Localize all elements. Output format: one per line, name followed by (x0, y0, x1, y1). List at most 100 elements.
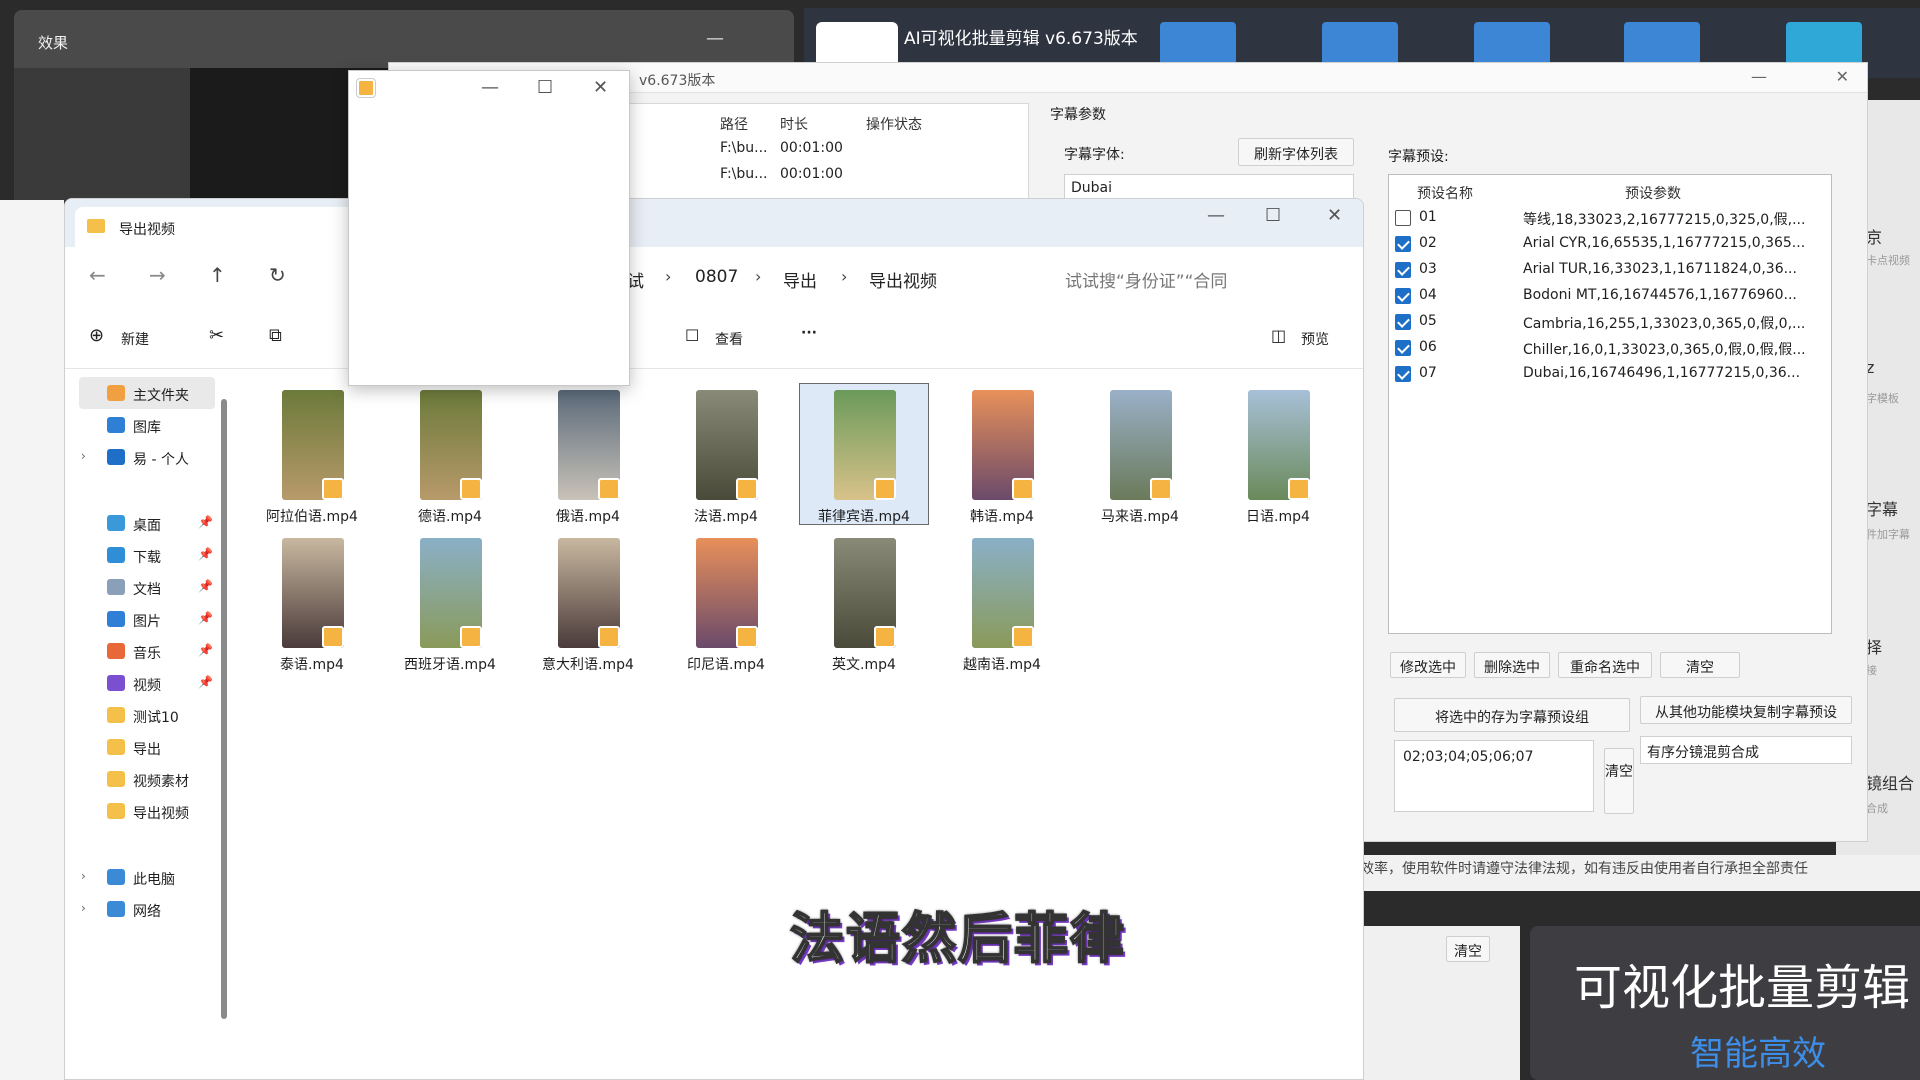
chevron-right-icon: › (841, 267, 848, 286)
module-label[interactable]: 择 (1866, 634, 1882, 658)
video-file-icon (736, 478, 758, 500)
view-button[interactable]: 查看 (715, 329, 743, 349)
cut-icon[interactable]: ✂ (209, 325, 224, 346)
sidebar-item[interactable]: 导出 (79, 731, 215, 763)
breadcrumb-item[interactable]: 导出视频 (869, 267, 937, 292)
breadcrumb-item[interactable]: 0807 (695, 267, 738, 287)
sidebar-item[interactable]: 视频素材 (79, 763, 215, 795)
checkbox[interactable] (1395, 262, 1411, 278)
modify-selected-button[interactable]: 修改选中 (1390, 652, 1466, 678)
preset-group-input[interactable]: 02;03;04;05;06;07 (1394, 740, 1594, 812)
file-item[interactable]: 印尼语.mp4 (661, 531, 791, 673)
module-label[interactable]: 字幕 (1866, 496, 1898, 520)
font-label: 字幕字体: (1064, 147, 1125, 163)
checkbox[interactable] (1395, 210, 1411, 226)
sidebar-item[interactable]: 导出视频 (79, 795, 215, 827)
folder-icon (107, 803, 125, 819)
preset-row[interactable]: 07 Dubai,16,16746496,1,16777215,0,36... (1395, 361, 1825, 387)
file-item[interactable]: 西班牙语.mp4 (385, 531, 515, 673)
mode-select[interactable]: 有序分镜混剪合成 (1640, 736, 1852, 764)
up-icon[interactable]: ↑ (209, 263, 226, 287)
file-item[interactable]: 泰语.mp4 (247, 531, 377, 673)
preset-row[interactable]: 02 Arial CYR,16,65535,1,16777215,0,365... (1395, 231, 1825, 257)
preset-value: Cambria,16,255,1,33023,0,365,0,假,0,... (1523, 316, 1806, 332)
sidebar-item[interactable]: › 此电脑 (79, 861, 215, 893)
file-item[interactable]: 俄语.mp4 (523, 383, 653, 525)
sidebar-item[interactable]: 图片 📌 (79, 603, 215, 635)
close-icon[interactable]: ✕ (1836, 67, 1849, 86)
explorer-tab[interactable]: 导出视频 (75, 207, 363, 247)
forward-icon[interactable]: → (149, 263, 166, 287)
sidebar-item[interactable]: 下载 📌 (79, 539, 215, 571)
close-icon[interactable]: ✕ (1327, 205, 1342, 226)
file-name: 泰语.mp4 (280, 657, 344, 673)
refresh-fonts-button[interactable]: 刷新字体列表 (1238, 138, 1354, 166)
back-icon[interactable]: ← (89, 263, 106, 287)
table-cell[interactable]: 00:01:00 (780, 166, 843, 182)
checkbox[interactable] (1395, 340, 1411, 356)
minimize-icon[interactable]: — (481, 77, 499, 98)
file-item[interactable]: 意大利语.mp4 (523, 531, 653, 673)
new-button[interactable]: 新建 (121, 329, 149, 349)
checkbox[interactable] (1395, 236, 1411, 252)
chevron-right-icon[interactable]: › (81, 869, 86, 883)
save-preset-group-button[interactable]: 将选中的存为字幕预设组 (1394, 698, 1630, 732)
preset-row[interactable]: 01 等线,18,33023,2,16777215,0,325,0,假,... (1395, 205, 1825, 231)
checkbox[interactable] (1395, 314, 1411, 330)
sidebar-item[interactable]: 文档 📌 (79, 571, 215, 603)
sidebar-item[interactable]: › 网络 (79, 893, 215, 925)
minimize-icon[interactable]: — (706, 28, 724, 49)
file-item[interactable]: 日语.mp4 (1213, 383, 1343, 525)
more-button[interactable]: ··· (801, 325, 817, 341)
table-cell[interactable]: F:\bu... (720, 140, 768, 156)
module-label[interactable]: 镜组合 (1866, 770, 1914, 794)
plus-icon[interactable]: ⊕ (89, 325, 104, 346)
chevron-right-icon[interactable]: › (81, 449, 86, 463)
minimize-icon[interactable]: — (1207, 205, 1225, 226)
clear-presets-button[interactable]: 清空 (1660, 652, 1740, 678)
file-item[interactable]: 韩语.mp4 (937, 383, 1067, 525)
table-cell[interactable]: F:\bu... (720, 166, 768, 182)
clear-button[interactable]: 清空 (1446, 936, 1490, 962)
file-item[interactable]: 法语.mp4 (661, 383, 791, 525)
preset-list[interactable]: 预设名称 预设参数 01 等线,18,33023,2,16777215,0,325… (1388, 174, 1832, 634)
file-item[interactable]: 德语.mp4 (385, 383, 515, 525)
sidebar-item[interactable]: › 易 - 个人 (79, 441, 215, 473)
copy-preset-button[interactable]: 从其他功能模块复制字幕预设 (1640, 696, 1852, 724)
search-input[interactable]: 试试搜“身份证”“合同 (1065, 267, 1227, 292)
preset-row[interactable]: 05 Cambria,16,255,1,33023,0,365,0,假,0,... (1395, 309, 1825, 335)
preset-row[interactable]: 06 Chiller,16,0,1,33023,0,365,0,假,0,假,假..… (1395, 335, 1825, 361)
minimize-icon[interactable]: — (1751, 67, 1767, 86)
chevron-right-icon[interactable]: › (81, 901, 86, 915)
breadcrumb-item[interactable]: 导出 (783, 267, 817, 292)
sidebar-item-label: 此电脑 (133, 872, 175, 888)
sidebar-item[interactable]: 图库 (79, 409, 215, 441)
maximize-icon[interactable]: ☐ (537, 77, 553, 98)
file-item[interactable]: 马来语.mp4 (1075, 383, 1205, 525)
file-name: 印尼语.mp4 (687, 657, 765, 673)
preset-row[interactable]: 03 Arial TUR,16,33023,1,16711824,0,36... (1395, 257, 1825, 283)
clear-group-button[interactable]: 清空 (1604, 748, 1634, 814)
module-label[interactable]: 京 (1866, 224, 1882, 248)
video-thumbnail (420, 538, 482, 648)
preset-row[interactable]: 04 Bodoni MT,16,16744576,1,16776960... (1395, 283, 1825, 309)
checkbox[interactable] (1395, 366, 1411, 382)
copy-icon[interactable]: ⧉ (269, 325, 282, 346)
sidebar-item[interactable]: 桌面 📌 (79, 507, 215, 539)
table-cell[interactable]: 00:01:00 (780, 140, 843, 156)
file-item[interactable]: 越南语.mp4 (937, 531, 1067, 673)
sidebar-item[interactable]: 音乐 📌 (79, 635, 215, 667)
delete-selected-button[interactable]: 删除选中 (1474, 652, 1550, 678)
refresh-icon[interactable]: ↻ (269, 263, 286, 287)
file-item[interactable]: 阿拉伯语.mp4 (247, 383, 377, 525)
file-item[interactable]: 英文.mp4 (799, 531, 929, 673)
close-icon[interactable]: ✕ (593, 77, 608, 98)
sidebar-item[interactable]: 主文件夹 (79, 377, 215, 409)
preview-button[interactable]: 预览 (1301, 329, 1329, 349)
checkbox[interactable] (1395, 288, 1411, 304)
rename-selected-button[interactable]: 重命名选中 (1558, 652, 1652, 678)
file-item[interactable]: 菲律宾语.mp4 (799, 383, 929, 525)
maximize-icon[interactable]: ☐ (1265, 205, 1281, 226)
sidebar-item[interactable]: 测试10 (79, 699, 215, 731)
sidebar-item[interactable]: 视频 📌 (79, 667, 215, 699)
